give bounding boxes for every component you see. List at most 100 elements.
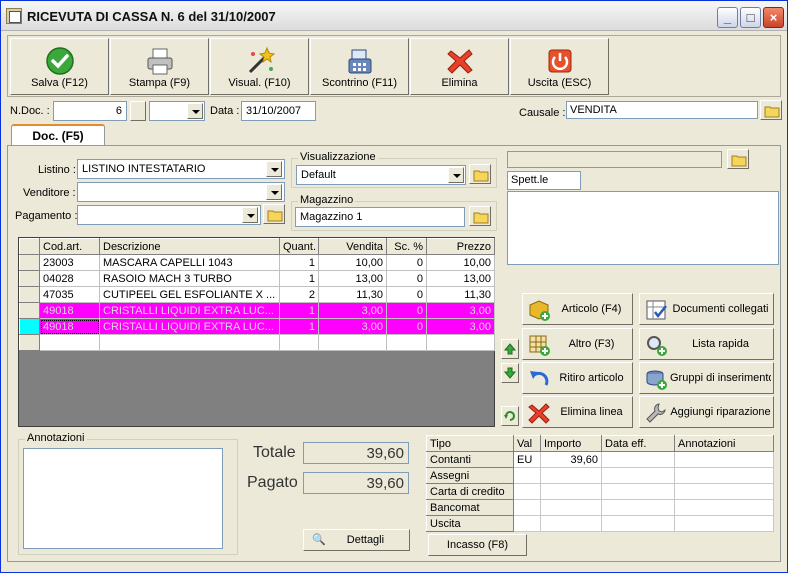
chevron-down-icon[interactable]: [187, 103, 203, 119]
payment-date[interactable]: [601, 451, 675, 468]
maximize-button[interactable]: □: [740, 7, 761, 28]
payment-amount[interactable]: [540, 515, 602, 532]
payment-currency[interactable]: EU: [513, 451, 541, 468]
payment-date[interactable]: [601, 499, 675, 516]
description-cell[interactable]: CUTIPEEL GEL ESFOLIANTE X ...: [99, 286, 280, 303]
pagamento-lookup-button[interactable]: [263, 204, 285, 224]
description-cell[interactable]: MASCARA CAPELLI 1043: [99, 254, 280, 271]
table-row[interactable]: 23003 MASCARA CAPELLI 1043 1 10,00 0 10,…: [19, 254, 495, 271]
linked-documents-button[interactable]: Documenti collegati: [639, 293, 774, 325]
table-row[interactable]: 49018 CRISTALLI LIQUIDI EXTRA LUC... 1 3…: [19, 302, 495, 319]
column-header[interactable]: Cod.art.: [39, 238, 100, 255]
refresh-button[interactable]: [501, 406, 519, 426]
delete-line-button[interactable]: Elimina linea: [522, 396, 633, 428]
add-repair-button[interactable]: Aggiungi riparazione: [639, 396, 774, 428]
code-cell[interactable]: [39, 334, 100, 351]
column-header[interactable]: Quant.: [279, 238, 319, 255]
delete-button[interactable]: Elimina: [410, 38, 509, 95]
chevron-down-icon[interactable]: [242, 207, 258, 223]
customer-lookup-button[interactable]: [727, 149, 749, 169]
details-button[interactable]: 🔍 Dettagli: [303, 529, 410, 551]
payment-currency[interactable]: [513, 499, 541, 516]
payment-note[interactable]: [674, 483, 774, 500]
pagamento-combo[interactable]: [77, 205, 261, 225]
description-cell[interactable]: [99, 334, 280, 351]
code-cell[interactable]: 04028: [39, 270, 100, 287]
discount-cell[interactable]: 0: [386, 270, 427, 287]
sale-cell[interactable]: 13,00: [318, 270, 387, 287]
visualizzazione-lookup-button[interactable]: [469, 164, 491, 184]
payment-currency[interactable]: [513, 467, 541, 484]
print-button[interactable]: Stampa (F9): [110, 38, 209, 95]
discount-cell[interactable]: 0: [386, 302, 427, 319]
sale-cell[interactable]: 3,00: [318, 302, 387, 319]
sale-cell[interactable]: 10,00: [318, 254, 387, 271]
payment-date[interactable]: [601, 515, 675, 532]
sale-cell[interactable]: 11,30: [318, 286, 387, 303]
minimize-button[interactable]: _: [717, 7, 738, 28]
causale-lookup-button[interactable]: [760, 100, 782, 120]
column-header[interactable]: Prezzo: [426, 238, 495, 255]
payment-currency[interactable]: [513, 483, 541, 500]
preview-button[interactable]: Visual. (F10): [210, 38, 309, 95]
row-indicator[interactable]: [19, 286, 40, 303]
payment-row[interactable]: Uscita: [426, 515, 774, 532]
row-indicator[interactable]: [19, 302, 40, 319]
payment-date[interactable]: [601, 483, 675, 500]
listino-combo[interactable]: LISTINO INTESTATARIO: [77, 159, 285, 179]
items-grid[interactable]: Cod.art. Descrizione Quant. Vendita Sc. …: [18, 237, 495, 427]
table-row-empty[interactable]: [19, 334, 495, 351]
tab-documento[interactable]: Doc. (F5): [11, 124, 105, 146]
cash-in-button[interactable]: Incasso (F8): [428, 534, 527, 556]
payment-currency[interactable]: [513, 515, 541, 532]
payment-amount[interactable]: [540, 467, 602, 484]
ndoc-suffix-button[interactable]: [130, 101, 146, 121]
table-row[interactable]: 47035 CUTIPEEL GEL ESFOLIANTE X ... 2 11…: [19, 286, 495, 303]
payment-note[interactable]: [674, 499, 774, 516]
quantity-cell[interactable]: 1: [279, 318, 319, 335]
date-input[interactable]: 31/10/2007: [241, 101, 316, 121]
ndoc-series-combo[interactable]: [149, 101, 205, 121]
payment-note[interactable]: [674, 515, 774, 532]
table-row-selected[interactable]: 49018 CRISTALLI LIQUIDI EXTRA LUC... 1 3…: [19, 318, 495, 335]
visualizzazione-combo[interactable]: Default: [296, 165, 466, 185]
payment-row[interactable]: Bancomat: [426, 499, 774, 516]
receipt-button[interactable]: Scontrino (F11): [310, 38, 409, 95]
description-cell[interactable]: CRISTALLI LIQUIDI EXTRA LUC...: [99, 318, 280, 335]
return-article-button[interactable]: Ritiro articolo: [522, 362, 633, 394]
ndoc-input[interactable]: 6: [53, 101, 127, 121]
customer-salutation-input[interactable]: Spett.le: [507, 171, 581, 190]
row-indicator[interactable]: [19, 254, 40, 271]
price-cell[interactable]: 13,00: [426, 270, 495, 287]
magazzino-lookup-button[interactable]: [469, 206, 491, 226]
move-up-button[interactable]: [501, 339, 519, 359]
price-cell[interactable]: 3,00: [426, 302, 495, 319]
column-header[interactable]: Vendita: [318, 238, 387, 255]
exit-button[interactable]: Uscita (ESC): [510, 38, 609, 95]
payment-row[interactable]: Carta di credito: [426, 483, 774, 500]
save-button[interactable]: Salva (F12): [10, 38, 109, 95]
code-cell[interactable]: 49018: [39, 302, 100, 319]
row-indicator[interactable]: [19, 334, 40, 351]
payment-note[interactable]: [674, 467, 774, 484]
venditore-combo[interactable]: [77, 182, 285, 202]
chevron-down-icon[interactable]: [448, 167, 464, 183]
payment-amount[interactable]: [540, 499, 602, 516]
price-cell[interactable]: 10,00: [426, 254, 495, 271]
quantity-cell[interactable]: 2: [279, 286, 319, 303]
description-cell[interactable]: RASOIO MACH 3 TURBO: [99, 270, 280, 287]
move-down-button[interactable]: [501, 363, 519, 383]
magazzino-input[interactable]: Magazzino 1: [295, 207, 465, 227]
quantity-cell[interactable]: 1: [279, 254, 319, 271]
sale-cell[interactable]: [318, 334, 387, 351]
payment-date[interactable]: [601, 467, 675, 484]
discount-cell[interactable]: 0: [386, 286, 427, 303]
chevron-down-icon[interactable]: [266, 161, 282, 177]
quantity-cell[interactable]: 1: [279, 302, 319, 319]
row-indicator[interactable]: [19, 318, 40, 335]
customer-address-box[interactable]: [507, 191, 779, 265]
price-cell[interactable]: 11,30: [426, 286, 495, 303]
quantity-cell[interactable]: [279, 334, 319, 351]
table-row[interactable]: 04028 RASOIO MACH 3 TURBO 1 13,00 0 13,0…: [19, 270, 495, 287]
payment-row[interactable]: Assegni: [426, 467, 774, 484]
